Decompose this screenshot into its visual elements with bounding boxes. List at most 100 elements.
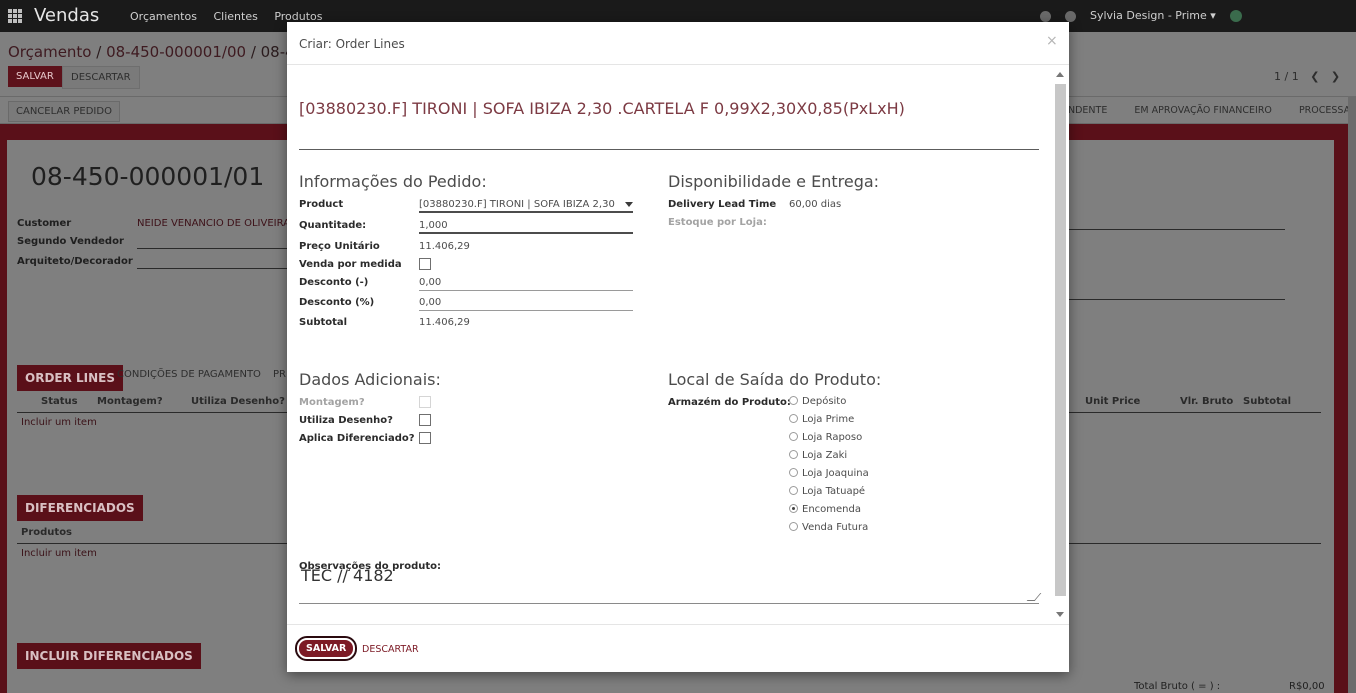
radio-label: Loja Zaki [802,450,848,461]
scroll-up-icon[interactable] [1056,72,1064,77]
col-produtos: Produtos [21,527,73,538]
col-vlr-bruto[interactable]: Vlr. Bruto [1180,396,1233,407]
adicionais-heading: Dados Adicionais: [299,370,441,389]
radio-loja-joaquina[interactable]: Loja Joaquina [789,468,869,482]
radio-deposito[interactable]: Depósito [789,396,846,410]
cancel-order-button[interactable]: CANCELAR PEDIDO [8,101,120,122]
dialog-footer: SALVAR DESCARTAR [287,624,1069,672]
table-header-left: Status Montagem? Utiliza Desenho? [17,394,287,413]
radio-loja-prime[interactable]: Loja Prime [789,414,854,428]
add-order-line-link[interactable]: Incluir um item [21,417,97,428]
qty-input[interactable]: 1,000 [419,217,633,234]
radio-icon[interactable] [789,432,798,441]
bg-field-line-right-1[interactable] [1069,229,1285,230]
pager: 1 / 1 ❮ ❯ [1274,70,1340,83]
radio-label: Loja Raposo [802,432,863,443]
breadcrumb-root[interactable]: Orçamento [8,43,92,61]
radio-label: Loja Joaquina [802,468,869,479]
discard-button[interactable]: DESCARTAR [362,644,419,655]
radio-icon[interactable] [789,450,798,459]
estoque-label: Estoque por Loja: [668,217,767,228]
chat-icon[interactable] [1065,10,1076,22]
product-title: [03880230.F] TIRONI | SOFA IBIZA 2,30 .C… [299,99,905,118]
radio-icon[interactable] [789,486,798,495]
radio-selected-icon[interactable] [789,504,798,513]
radio-icon[interactable] [789,522,798,531]
seller-label: Segundo Vendedor [17,236,124,247]
scroll-down-icon[interactable] [1056,612,1064,617]
obs-textarea[interactable]: TEC // 4182 [301,566,394,585]
col-unit-price[interactable]: Unit Price [1085,396,1140,407]
bg-field-line-right-2[interactable] [1069,299,1285,300]
col-desenho[interactable]: Utiliza Desenho? [191,396,285,407]
tab-cut[interactable]: PR [273,369,286,380]
product-select[interactable]: [03880230.F] TIRONI | SOFA IBIZA 2,30 .C… [419,196,633,213]
dialog-header: Criar: Order Lines × [287,22,1069,65]
menu-orcamentos[interactable]: Orçamentos [130,10,197,23]
product-select-value: [03880230.F] TIRONI | SOFA IBIZA 2,30 .C… [419,199,619,210]
scrollbar-thumb[interactable] [1055,84,1066,596]
lead-time-value: 60,00 dias [789,199,842,210]
close-icon[interactable]: × [1046,33,1058,49]
chevron-left-icon[interactable]: ❮ [1310,70,1319,83]
radio-icon[interactable] [789,468,798,477]
tab-payment-conditions[interactable]: CONDIÇÕES DE PAGAMENTO [117,369,261,380]
desconto-abs-input[interactable]: 0,00 [419,274,633,291]
desconto-pct-input[interactable]: 0,00 [419,294,633,311]
breadcrumb: Orçamento / 08-450-000001/00 / 08-450-0 [8,43,329,61]
breadcrumb-parent[interactable]: 08-450-000001/00 [106,43,246,61]
bg-discard-button[interactable]: DESCARTAR [62,66,140,89]
seller-field-line[interactable] [137,248,287,249]
add-diferenciado-link[interactable]: Incluir um item [21,548,97,559]
col-montagem[interactable]: Montagem? [97,396,163,407]
resize-handle-icon[interactable] [1026,593,1042,601]
chevron-down-icon[interactable] [625,202,633,207]
apps-grid-icon[interactable] [8,9,22,23]
stage-list: NDENTE EM APROVAÇÃO FINANCEIRO PROCESSAD… [1068,105,1356,116]
col-subtotal[interactable]: Subtotal [1243,396,1291,407]
diferenciado-checkbox[interactable] [419,432,431,444]
radio-loja-tatuape[interactable]: Loja Tatuapé [789,486,865,500]
architect-label: Arquiteto/Decorador [17,256,133,267]
menu-clientes[interactable]: Clientes [213,10,257,23]
chevron-right-icon[interactable]: ❯ [1331,70,1340,83]
radio-label: Venda Futura [802,522,869,533]
montagem-label: Montagem? [299,397,365,408]
venda-medida-checkbox[interactable] [419,258,431,270]
radio-icon[interactable] [789,396,798,405]
activity-icon[interactable] [1040,10,1051,22]
radio-venda-futura[interactable]: Venda Futura [789,522,868,536]
document-title: 08-450-000001/01 [31,162,265,191]
page-scrollbar[interactable] [1348,96,1356,693]
unit-price-value: 11.406,29 [419,241,470,252]
architect-field-line[interactable] [137,268,287,269]
diferenciados-heading: DIFERENCIADOS [17,495,143,521]
order-line-dialog: Criar: Order Lines × [03880230.F] TIRONI… [287,22,1069,672]
bg-save-button[interactable]: SALVAR [8,66,62,87]
pager-value: 1 / 1 [1274,70,1299,83]
product-title-divider [299,149,1039,150]
total-value: R$0,00 [1289,681,1325,692]
unit-price-label: Preço Unitário [299,241,380,252]
customer-label: Customer [17,218,72,229]
radio-label: Loja Tatuapé [802,486,866,497]
radio-icon[interactable] [789,414,798,423]
save-button[interactable]: SALVAR [294,636,358,661]
incluir-diferenciados-button[interactable]: INCLUIR DIFERENCIADOS [17,643,201,669]
obs-textarea-border [299,603,1039,604]
customer-value[interactable]: NEIDE VENANCIO DE OLIVEIRA [137,218,290,229]
tab-order-lines[interactable]: ORDER LINES [17,365,124,391]
radio-label: Depósito [802,396,847,407]
stage-pendente[interactable]: NDENTE [1068,105,1107,116]
desenho-checkbox[interactable] [419,414,431,426]
radio-encomenda[interactable]: Encomenda [789,504,861,518]
col-status[interactable]: Status [41,396,78,407]
radio-loja-raposo[interactable]: Loja Raposo [789,432,862,446]
entrega-heading: Disponibilidade e Entrega: [668,172,880,191]
venda-medida-label: Venda por medida [299,259,402,270]
user-menu[interactable]: Sylvia Design - Prime ▾ [1090,9,1216,22]
radio-loja-zaki[interactable]: Loja Zaki [789,450,847,464]
dialog-scrollbar[interactable] [1053,66,1067,624]
avatar[interactable] [1229,10,1242,22]
stage-aprovacao[interactable]: EM APROVAÇÃO FINANCEIRO [1134,105,1272,116]
